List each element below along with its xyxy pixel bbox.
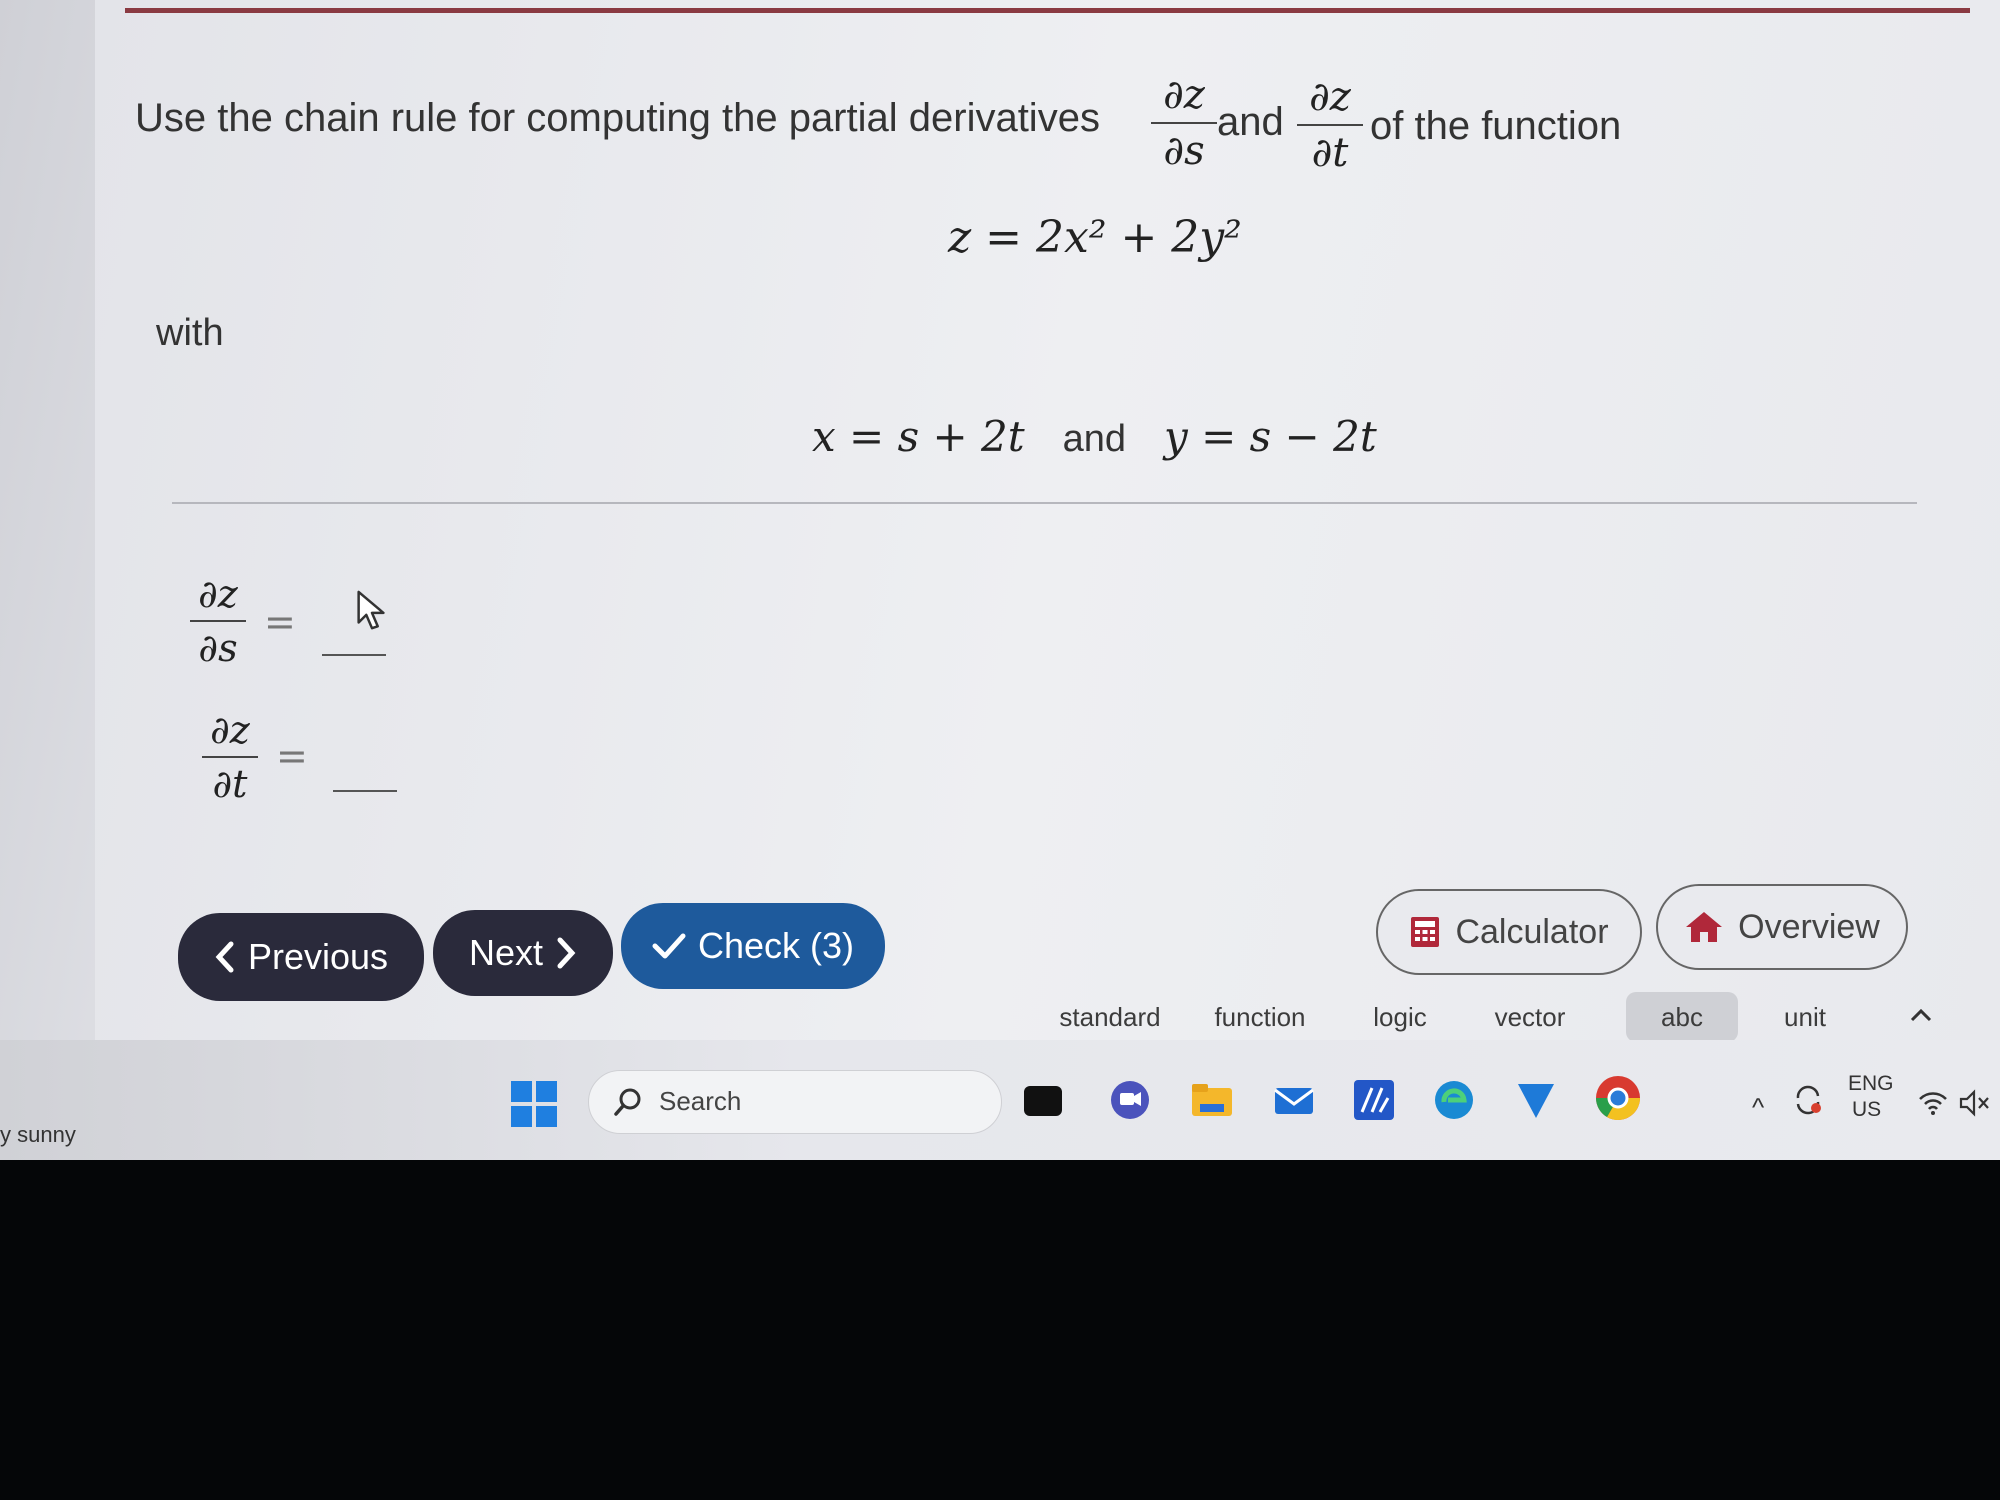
previous-button-label: Previous [247,936,389,977]
chrome-icon[interactable] [1592,1072,1644,1124]
fraction-dz-ds: ∂z ∂s [1151,72,1217,174]
tab-logic[interactable]: logic [1340,992,1460,1042]
file-explorer-icon[interactable] [1190,1078,1234,1122]
chevron-up-icon[interactable] [1906,1002,1936,1028]
top-accent-rule [125,8,1970,13]
check-button-label: Check (3) [697,925,855,966]
equals-sign: = [264,600,296,644]
volume-muted-icon[interactable] [1958,1088,1992,1118]
weather-status-text: y sunny [0,1122,76,1147]
chat-icon[interactable] [1108,1078,1152,1122]
answer-dz-dt-label: ∂z ∂t [202,708,258,806]
search-placeholder: Search [659,1086,742,1116]
fraction-denominator: ∂t [212,762,248,806]
search-icon [614,1088,641,1116]
x-equation: x = s + 2t [812,412,1025,461]
equals-sign: = [276,734,308,778]
question-statement: Use the chain rule for computing the par… [135,60,1935,190]
answer-dz-ds-label: ∂z ∂s [190,572,246,670]
fraction-denominator: ∂s [198,626,238,670]
mail-icon[interactable] [1272,1078,1316,1122]
check-button[interactable]: Check (3) [621,903,885,989]
function-equation: z = 2x² + 2y² [948,212,1242,263]
overview-button-label: Overview [1738,907,1880,946]
mouse-pointer-icon [357,590,385,630]
section-divider [172,502,1917,504]
fraction-numerator: ∂z [1163,72,1205,118]
tab-unit[interactable]: unit [1750,992,1860,1042]
wifi-icon[interactable] [1918,1090,1948,1116]
windows-start-icon[interactable] [510,1080,558,1128]
edge-browser-icon[interactable] [1432,1078,1476,1122]
calculator-button[interactable]: Calculator [1376,889,1642,975]
screen: Use the chain rule for computing the par… [0,0,2000,1160]
previous-button[interactable]: Previous [178,913,424,1001]
calculator-button-label: Calculator [1455,912,1609,951]
tab-function[interactable]: function [1190,992,1330,1042]
fraction-dz-dt: ∂z ∂t [1297,74,1363,176]
question-text-intro: Use the chain rule for computing the par… [135,96,1100,140]
next-button-label: Next [468,932,544,973]
calculator-icon [1411,917,1440,947]
substitution-and: and [1062,418,1127,460]
tab-vector[interactable]: vector [1470,992,1590,1042]
tray-overflow-chevron-icon[interactable]: ^ [1752,1092,1764,1123]
next-button[interactable]: Next [433,910,613,996]
substitution-equations: x = s + 2t and y = s − 2t [812,412,1377,461]
overview-button[interactable]: Overview [1656,884,1908,970]
question-text-and: and [1217,100,1284,144]
tab-standard[interactable]: standard [1040,992,1180,1042]
fraction-numerator: ∂z [1309,74,1351,120]
checkmark-icon [652,933,686,959]
question-text-end: of the function [1370,104,1622,148]
with-label: with [156,312,224,354]
region-indicator[interactable]: US [1852,1098,1881,1122]
y-equation: y = s − 2t [1164,412,1377,461]
language-indicator[interactable]: ENG [1848,1072,1894,1096]
fraction-numerator: ∂z [198,572,238,616]
sync-icon[interactable] [1792,1084,1824,1116]
chevron-right-icon [557,937,576,969]
fraction-numerator: ∂z [210,708,250,752]
tab-abc[interactable]: abc [1626,992,1738,1042]
task-view-icon[interactable] [1024,1086,1062,1116]
fraction-denominator: ∂t [1311,130,1349,176]
app-icon[interactable] [1352,1078,1396,1122]
answer-dz-dt-input[interactable] [333,748,397,792]
taskbar-search[interactable]: Search [588,1070,1002,1134]
chevron-left-icon [215,941,234,973]
taskbar: Search ^ ENG US [0,1040,2000,1160]
fraction-denominator: ∂s [1163,128,1205,174]
home-icon [1686,912,1723,942]
app-icon[interactable] [1514,1078,1558,1122]
